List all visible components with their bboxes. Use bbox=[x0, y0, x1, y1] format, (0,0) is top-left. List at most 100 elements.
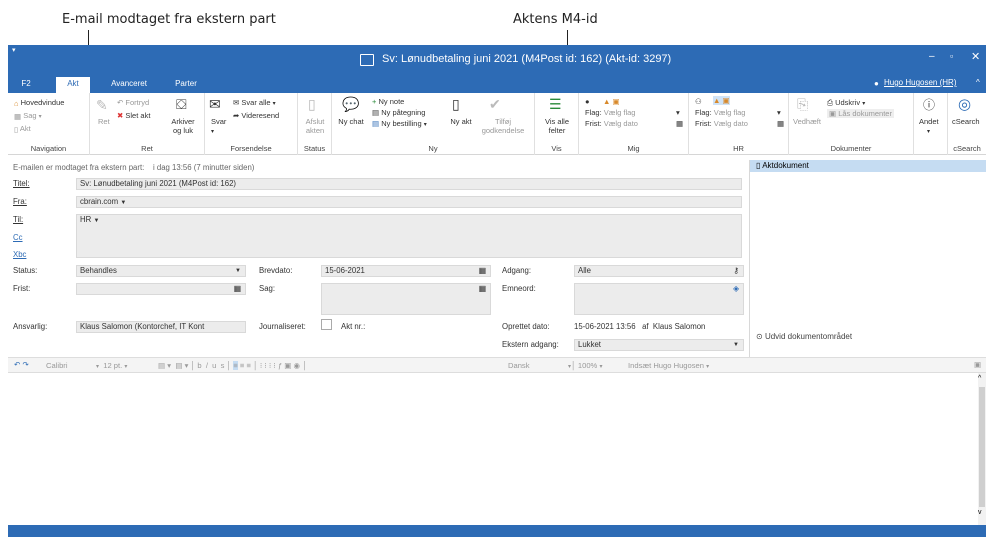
undo-icon: ↶ bbox=[117, 98, 124, 107]
hr-calendar-icon[interactable]: ▦ bbox=[777, 119, 784, 128]
afslut-akten-button[interactable]: Afslut akten bbox=[302, 117, 328, 135]
group-andet: ⓘ Andet ▾ bbox=[914, 93, 948, 155]
document-panel: ▯ Aktdokument ⊙ Udvid dokumentområdet bbox=[749, 160, 986, 386]
sag-button[interactable]: ▦ Sag ▾ bbox=[14, 111, 42, 121]
brevdato-field[interactable]: 15-06-2021 ▦ bbox=[321, 265, 491, 277]
undo-icon[interactable]: ↶ ↷ bbox=[14, 360, 29, 369]
tab-avanceret[interactable]: Avanceret bbox=[104, 78, 154, 93]
aktdokument-item[interactable]: ▯ Aktdokument bbox=[750, 160, 986, 172]
ny-note-button[interactable]: + Ny note bbox=[372, 97, 404, 106]
videresend-button[interactable]: ➦ Videresend bbox=[233, 111, 279, 120]
finish-icon: ▯ bbox=[308, 96, 316, 112]
hovedvindue-button[interactable]: ⌂ Hovedvindue bbox=[14, 98, 64, 108]
scroll-thumb[interactable] bbox=[979, 387, 985, 507]
tilfoej-godkendelse-button[interactable]: Tilføj godkendelse bbox=[480, 117, 526, 135]
font-select[interactable]: Calibri bbox=[46, 361, 68, 370]
fields-icon: ☰ bbox=[549, 96, 562, 112]
group-csearch: ◎ cSearch cSearch bbox=[948, 93, 986, 155]
tab-parter[interactable]: Parter bbox=[166, 78, 206, 93]
titel-field[interactable]: Sv: Lønudbetaling juni 2021 (M4Post id: … bbox=[76, 178, 742, 190]
frist-field[interactable]: ▦ bbox=[76, 283, 246, 295]
sag-field[interactable]: ▦ bbox=[321, 283, 491, 315]
tag-icon[interactable]: ◈ bbox=[733, 284, 739, 294]
brevdato-calendar-icon[interactable]: ▦ bbox=[479, 266, 486, 276]
csearch-button[interactable]: cSearch bbox=[952, 117, 980, 126]
til-field[interactable]: HR ▼ bbox=[76, 214, 742, 258]
bcc-link[interactable]: Xbc bbox=[13, 250, 26, 259]
status-select[interactable]: Behandles ▼ bbox=[76, 265, 246, 277]
tab-akt[interactable]: Akt bbox=[56, 77, 90, 93]
status-label: Status: bbox=[13, 266, 38, 275]
mig-flag-icon: ▲ ▣ bbox=[603, 97, 620, 106]
brevdato-label: Brevdato: bbox=[259, 266, 293, 275]
adgang-field[interactable]: Alle ⚷ bbox=[574, 265, 744, 277]
delete-icon: ✖ bbox=[117, 111, 124, 120]
editor-scrollbar[interactable]: ^ v bbox=[978, 373, 986, 525]
user-name[interactable]: Hugo Hugosen (HR) bbox=[884, 78, 956, 87]
vis-alle-felter-button[interactable]: Vis alle felter bbox=[541, 117, 573, 135]
hr-flag-dropdown[interactable]: ▾ bbox=[777, 108, 781, 117]
hr-frist-field[interactable]: Frist: Vælg dato bbox=[695, 119, 748, 128]
ny-chat-button[interactable]: Ny chat bbox=[338, 117, 364, 126]
approval-icon: ✔ bbox=[489, 96, 501, 112]
collapse-ribbon-icon[interactable]: ^ bbox=[976, 78, 980, 87]
ekstern-adgang-select[interactable]: Lukket ▼ bbox=[574, 339, 744, 351]
language-select[interactable]: Dansk bbox=[508, 361, 530, 370]
adgang-key-icon[interactable]: ⚷ bbox=[733, 266, 739, 276]
group-label-mig: Mig bbox=[627, 144, 640, 153]
format-icons[interactable]: ▤ ▾ ▤ ▾ │ b / u s │ ≡ ≡ ≡ │ ⁝ ⁝ ⁝ ⁝ ƒ ▣ … bbox=[158, 361, 307, 370]
fra-label: Fra: bbox=[13, 197, 27, 206]
case-icon: ▦ bbox=[14, 111, 22, 121]
font-size-select[interactable]: ▾ 12 pt. ▾ bbox=[96, 361, 127, 370]
tab-f2[interactable]: F2 bbox=[8, 78, 44, 93]
cc-link[interactable]: Cc bbox=[13, 233, 23, 242]
ny-paategning-button[interactable]: ▤ Ny påtegning bbox=[372, 108, 425, 117]
mig-flag-field[interactable]: Flag: Vælg flag bbox=[585, 108, 635, 117]
metadata-form: E-mailen er modtaget fra ekstern part: i… bbox=[8, 155, 744, 387]
group-ret: ✎ Ret ↶ Fortryd ✖ Slet akt ⛋ Arkiver og … bbox=[90, 93, 205, 155]
udvid-dokumentomraade-button[interactable]: ⊙ Udvid dokumentområdet bbox=[756, 332, 852, 341]
message-window-icon bbox=[360, 54, 374, 66]
udskriv-button[interactable]: ⎙ Udskriv ▾ bbox=[827, 98, 865, 108]
message-body-editor[interactable] bbox=[8, 373, 978, 523]
mig-calendar-icon[interactable]: ▦ bbox=[676, 119, 683, 128]
oprettet-label: Oprettet dato: bbox=[502, 322, 550, 331]
fra-field[interactable]: cbrain.com ▼ bbox=[76, 196, 742, 208]
vedhaeft-button[interactable]: Vedhæft bbox=[793, 117, 821, 126]
adgang-label: Adgang: bbox=[502, 266, 532, 275]
ansvarlig-field[interactable]: Klaus Salomon (Kontorchef, IT Kont bbox=[76, 321, 246, 333]
insert-signature[interactable]: Indsæt Hugo Hugosen ▾ bbox=[628, 361, 709, 370]
fortryd-button[interactable]: ↶ Fortryd bbox=[117, 98, 149, 107]
sag-lookup-icon[interactable]: ▦ bbox=[479, 284, 486, 294]
group-label-csearch: cSearch bbox=[953, 144, 981, 153]
ret-button[interactable]: Ret bbox=[98, 117, 110, 126]
close-button[interactable]: ✕ bbox=[971, 50, 980, 63]
maximize-button[interactable]: ▫ bbox=[950, 51, 953, 61]
emneord-field[interactable]: ◈ bbox=[574, 283, 744, 315]
mig-flag-dropdown[interactable]: ▾ bbox=[676, 108, 680, 117]
oprettet-value: 15-06-2021 13:56 af Klaus Salomon bbox=[574, 322, 706, 331]
scroll-down-icon[interactable]: v bbox=[978, 509, 982, 516]
slet-akt-button[interactable]: ✖ Slet akt bbox=[117, 111, 150, 120]
arkiver-og-luk-button[interactable]: Arkiver og luk bbox=[168, 117, 198, 135]
quick-access-icon[interactable]: ▾ bbox=[12, 46, 16, 54]
svar-alle-button[interactable]: ✉ Svar alle ▾ bbox=[233, 98, 276, 107]
andet-button[interactable]: Andet ▾ bbox=[919, 117, 939, 135]
akt-button[interactable]: ▯ Akt bbox=[14, 124, 31, 134]
journaliseret-checkbox[interactable] bbox=[321, 319, 332, 330]
print-icon: ⎙ bbox=[827, 98, 833, 107]
group-label-hr: HR bbox=[733, 144, 744, 153]
laas-dokumenter-button[interactable]: ▣ Lås dokumenter bbox=[827, 109, 894, 118]
group-dokumenter: ⎘ Vedhæft ⎙ Udskriv ▾ ▣ Lås dokumenter D… bbox=[789, 93, 914, 155]
frist-calendar-icon[interactable]: ▦ bbox=[234, 284, 241, 294]
minimize-button[interactable]: – bbox=[929, 51, 935, 62]
expand-editor-icon[interactable]: ▣ bbox=[974, 360, 981, 369]
expand-icon: ⊙ bbox=[756, 332, 763, 341]
hr-flag-field[interactable]: Flag: Vælg flag bbox=[695, 108, 745, 117]
zoom-select[interactable]: ▾│ 100% ▾ bbox=[568, 361, 602, 370]
ny-bestilling-button[interactable]: ▤ Ny bestilling ▾ bbox=[372, 119, 427, 128]
scroll-up-icon[interactable]: ^ bbox=[978, 375, 981, 382]
ny-akt-button[interactable]: Ny akt bbox=[448, 117, 474, 126]
mig-frist-field[interactable]: Frist: Vælg dato bbox=[585, 119, 638, 128]
svar-button[interactable]: Svar ▾ bbox=[211, 117, 226, 135]
